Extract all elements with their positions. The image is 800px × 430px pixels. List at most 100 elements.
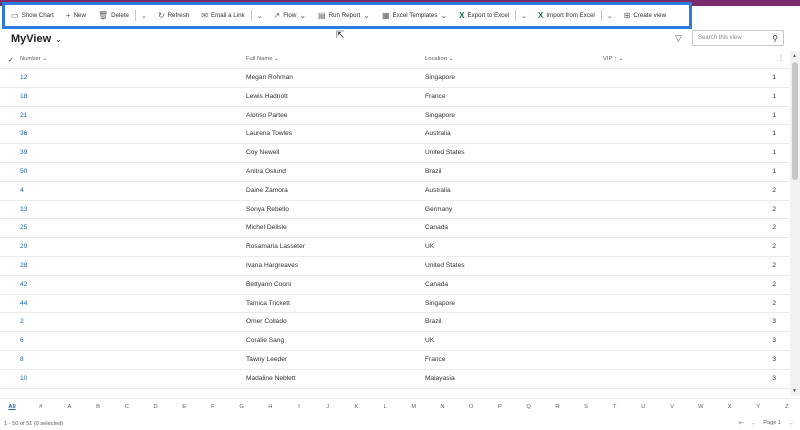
location-cell: Germany — [425, 205, 453, 213]
number-cell[interactable]: 50 — [20, 168, 27, 175]
chevron-down-icon[interactable]: ⌄ — [602, 12, 618, 20]
alphabet-filter-k[interactable]: K — [351, 404, 361, 410]
number-cell[interactable]: 4 — [20, 187, 24, 194]
number-cell[interactable]: 28 — [20, 262, 27, 269]
alphabet-filter-d[interactable]: D — [151, 404, 161, 410]
scrollbar-thumb[interactable] — [792, 62, 798, 180]
column-header-full-name[interactable]: Full Name ⌄ — [246, 56, 279, 62]
vip-cell: 2 — [772, 299, 776, 307]
number-cell[interactable]: 8 — [20, 356, 24, 363]
table-row[interactable]: 12 Megan Rohman Singapore 1 — [0, 69, 790, 88]
select-all-checkbox[interactable]: ✓ — [8, 56, 14, 64]
table-row[interactable]: 6 Coralie Sang UK 3 — [0, 332, 790, 351]
excel-templates-button[interactable]: ▦ Excel Templates ⌄ — [376, 5, 453, 26]
alphabet-filter-all[interactable]: All — [7, 404, 17, 410]
number-cell[interactable]: 42 — [20, 281, 27, 288]
vip-cell: 2 — [772, 280, 776, 288]
search-icon[interactable]: ⚲ — [772, 34, 778, 43]
number-cell[interactable]: 13 — [20, 206, 27, 213]
column-more-icon[interactable]: ⋮ — [778, 56, 784, 62]
table-row[interactable]: 28 Ivana Hargreaves United States 2 — [0, 257, 790, 276]
alphabet-filter-m[interactable]: M — [409, 404, 419, 410]
table-row[interactable]: 42 Bettyann Cooni Canada 2 — [0, 276, 790, 295]
create-view-button[interactable]: ⊞ Create view — [618, 5, 672, 26]
export-excel-button[interactable]: X Export to Excel — [453, 5, 515, 26]
next-page-icon[interactable]: → — [787, 420, 794, 427]
email-link-button[interactable]: ✉ Email a Link — [195, 5, 250, 26]
chart-icon: ▭ — [11, 11, 19, 20]
alphabet-filter-i[interactable]: I — [294, 404, 304, 410]
chevron-down-icon[interactable]: ⌄ — [516, 12, 532, 20]
table-row[interactable]: 13 Sonya Rebello Germany 2 — [0, 201, 790, 220]
table-row[interactable]: 50 Anitra Oslund Brazil 1 — [0, 163, 790, 182]
alphabet-filter-s[interactable]: S — [581, 404, 591, 410]
alphabet-filter-c[interactable]: C — [122, 404, 132, 410]
number-cell[interactable]: 18 — [20, 93, 27, 100]
alphabet-filter-u[interactable]: U — [638, 404, 648, 410]
table-row[interactable]: 39 Coy Newell United States 1 — [0, 144, 790, 163]
alphabet-filter-j[interactable]: J — [323, 404, 333, 410]
alphabet-filter-b[interactable]: B — [93, 404, 103, 410]
show-chart-button[interactable]: ▭ Show Chart — [5, 5, 60, 26]
table-row[interactable]: 36 Laurena Towles Australia 1 — [0, 125, 790, 145]
table-row[interactable]: 29 Rosamaria Lasseter UK 2 — [0, 238, 790, 257]
table-row[interactable]: 44 Tamica Trickett Singapore 2 — [0, 295, 790, 314]
table-row[interactable]: 4 Daine Zamora Australia 2 — [0, 182, 790, 201]
chevron-down-icon[interactable]: ⌄ — [136, 12, 152, 20]
column-header-number[interactable]: Number ⌄ — [20, 56, 47, 62]
alphabet-filter-n[interactable]: N — [438, 404, 448, 410]
alphabet-filter-number[interactable]: # — [36, 404, 46, 410]
alphabet-filter-t[interactable]: T — [610, 404, 620, 410]
alphabet-filter-q[interactable]: Q — [524, 404, 534, 410]
refresh-button[interactable]: ↻ Refresh — [152, 5, 195, 26]
filter-icon[interactable]: ▽ — [675, 33, 682, 44]
alphabet-filter-z[interactable]: Z — [782, 404, 792, 410]
scroll-up-icon[interactable]: ▲ — [792, 53, 797, 59]
show-chart-label: Show Chart — [21, 12, 54, 19]
table-row[interactable]: 2 Omer Collado Brazil 3 — [0, 313, 790, 333]
alphabet-filter-y[interactable]: Y — [753, 404, 763, 410]
alphabet-filter-a[interactable]: A — [64, 404, 74, 410]
number-cell[interactable]: 29 — [20, 243, 27, 250]
number-cell[interactable]: 36 — [20, 130, 27, 137]
number-cell[interactable]: 6 — [20, 337, 24, 344]
number-cell[interactable]: 44 — [20, 300, 27, 307]
new-button[interactable]: + New — [60, 5, 92, 26]
vip-cell: 1 — [772, 74, 776, 81]
first-page-icon[interactable]: ⇤ — [738, 419, 744, 427]
number-cell[interactable]: 21 — [20, 112, 27, 119]
alphabet-filter-h[interactable]: H — [265, 404, 275, 410]
table-row[interactable]: 8 Tawny Leeder France 3 — [0, 351, 790, 370]
table-row[interactable]: 18 Lewis Hadnott France 1 — [0, 88, 790, 107]
table-row[interactable]: 21 Alonso Partee Singapore 1 — [0, 107, 790, 126]
column-header-location[interactable]: Location ⌄ — [425, 56, 453, 62]
vip-cell: 3 — [772, 337, 776, 345]
number-cell[interactable]: 39 — [20, 149, 27, 156]
alphabet-filter-o[interactable]: O — [466, 404, 476, 410]
table-row[interactable]: 25 Michel Delisle Canada 2 — [0, 219, 790, 239]
alphabet-filter-v[interactable]: V — [667, 404, 677, 410]
table-row[interactable]: 10 Madaline Neblett Malayasia 3 — [0, 370, 790, 389]
alphabet-filter-p[interactable]: P — [495, 404, 505, 410]
run-report-button[interactable]: ▤ Run Report ⌄ — [312, 5, 376, 26]
search-box[interactable]: Search this view ⚲ — [692, 30, 784, 46]
view-selector[interactable]: MyView ⌄ — [11, 33, 62, 45]
alphabet-filter-f[interactable]: F — [208, 404, 218, 410]
number-cell[interactable]: 2 — [20, 318, 24, 325]
alphabet-filter-e[interactable]: E — [179, 404, 189, 410]
alphabet-filter-r[interactable]: R — [552, 404, 562, 410]
alphabet-filter-l[interactable]: L — [380, 404, 390, 410]
number-cell[interactable]: 12 — [20, 74, 27, 81]
number-cell[interactable]: 10 — [20, 375, 27, 382]
number-cell[interactable]: 25 — [20, 224, 27, 231]
import-excel-button[interactable]: X Import from Excel — [532, 5, 601, 26]
scroll-down-icon[interactable]: ▼ — [792, 388, 797, 394]
alphabet-filter-g[interactable]: G — [237, 404, 247, 410]
flow-button[interactable]: ↗ Flow ⌄ — [268, 5, 312, 26]
column-header-vip[interactable]: VIP ↑ ⌄ — [603, 56, 623, 62]
alphabet-filter-w[interactable]: W — [696, 404, 706, 410]
previous-page-icon[interactable]: ← — [750, 420, 757, 427]
chevron-down-icon[interactable]: ⌄ — [252, 12, 268, 20]
alphabet-filter-x[interactable]: X — [725, 404, 735, 410]
delete-button[interactable]: 🗑 Delete — [92, 5, 135, 26]
